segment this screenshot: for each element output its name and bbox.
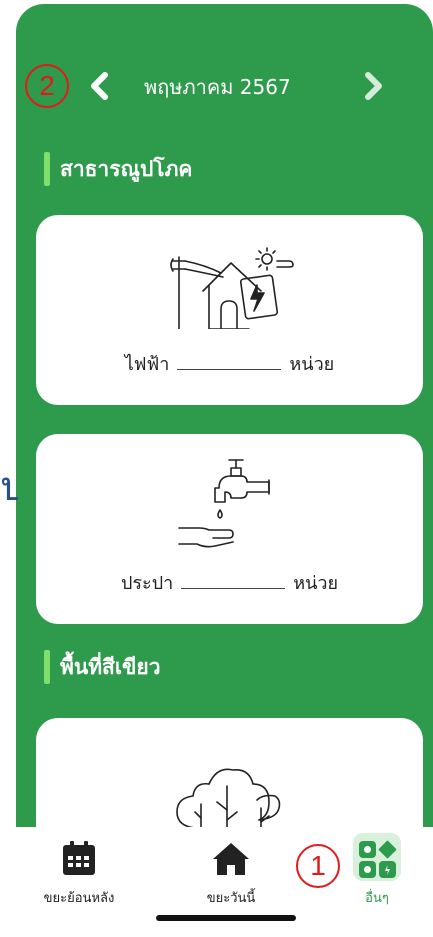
electricity-input-row: ไฟฟ้า หน่วย bbox=[36, 351, 423, 379]
edge-glyph: ป bbox=[0, 464, 18, 510]
tab-label: ขยะย้อนหลัง bbox=[43, 891, 115, 906]
app-screen: พฤษภาคม 2567 2 สาธารณูปโภค ไฟฟ้า หน่วย ป… bbox=[16, 4, 433, 937]
month-label: พฤษภาคม 2567 bbox=[144, 75, 291, 99]
water-tap-icon bbox=[175, 458, 285, 550]
annotation-marker-2: 2 bbox=[25, 64, 69, 108]
calendar-icon bbox=[59, 839, 99, 879]
chevron-left-icon[interactable] bbox=[86, 70, 114, 102]
electricity-input[interactable] bbox=[177, 351, 282, 370]
home-indicator bbox=[156, 915, 296, 921]
section-accent-bar bbox=[44, 650, 50, 684]
home-icon bbox=[211, 839, 251, 879]
section-title: พื้นที่สีเขียว bbox=[60, 655, 161, 679]
water-input-row: ประปา หน่วย bbox=[36, 570, 423, 598]
electricity-label: ไฟฟ้า bbox=[124, 354, 170, 375]
water-card[interactable]: ประปา หน่วย bbox=[36, 434, 423, 624]
chevron-right-icon[interactable] bbox=[359, 70, 387, 102]
section-title: สาธารณูปโภค bbox=[60, 157, 193, 181]
electricity-unit: หน่วย bbox=[289, 354, 335, 375]
tab-today-waste[interactable]: ขยะวันนี้ bbox=[176, 839, 286, 913]
other-categories-icon bbox=[357, 839, 397, 879]
main-content[interactable]: พฤษภาคม 2567 2 สาธารณูปโภค ไฟฟ้า หน่วย ป… bbox=[16, 4, 433, 858]
electricity-bill-icon bbox=[165, 245, 295, 330]
electricity-card[interactable]: ไฟฟ้า หน่วย bbox=[36, 215, 423, 405]
tab-label: อื่นๆ bbox=[365, 891, 389, 906]
annotation-marker-1: 1 bbox=[296, 844, 340, 888]
section-header-utilities: สาธารณูปโภค bbox=[44, 152, 344, 188]
tab-other[interactable]: อื่นๆ bbox=[322, 833, 432, 913]
water-label: ประปา bbox=[120, 573, 174, 594]
month-selector: พฤษภาคม 2567 2 bbox=[16, 62, 433, 110]
tab-waste-history[interactable]: ขยะย้อนหลัง bbox=[24, 839, 134, 913]
water-unit: หน่วย bbox=[293, 573, 339, 594]
water-input[interactable] bbox=[181, 570, 286, 589]
tab-label: ขยะวันนี้ bbox=[206, 891, 256, 906]
section-accent-bar bbox=[44, 152, 50, 186]
section-header-green-area: พื้นที่สีเขียว bbox=[44, 650, 344, 686]
